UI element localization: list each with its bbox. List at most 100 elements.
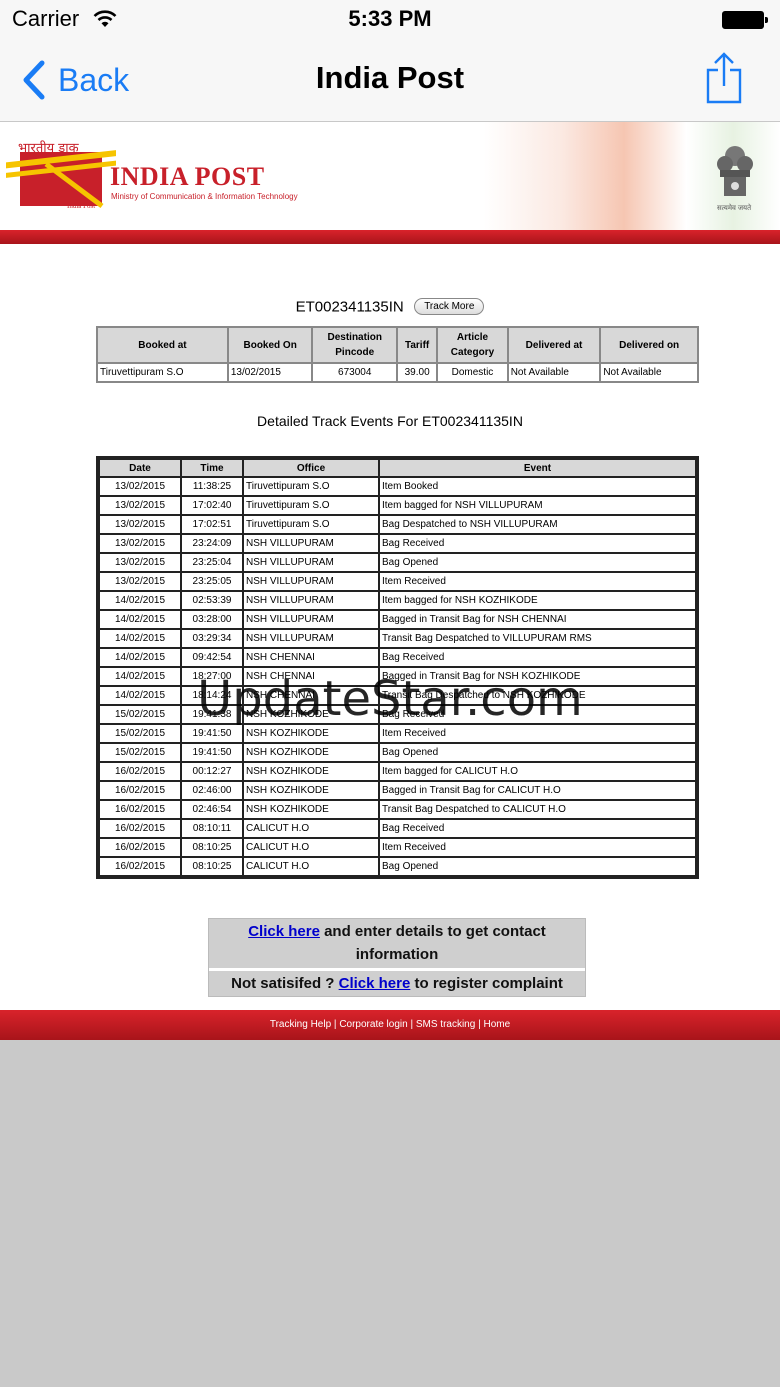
event-office: NSH KOZHIKODE — [244, 782, 378, 799]
footer-link-sms-tracking[interactable]: SMS tracking — [416, 1019, 475, 1030]
event-row: 13/02/2015 23:24:09 NSH VILLUPURAM Bag Rece… — [100, 535, 695, 552]
event-description: Bag Opened — [380, 858, 695, 875]
event-row: 13/02/2015 23:25:04 NSH VILLUPURAM Bag Open… — [100, 554, 695, 571]
track-more-button[interactable]: Track More — [414, 298, 485, 316]
event-office: NSH KOZHIKODE — [244, 706, 378, 723]
event-time: 03:28:00 — [182, 611, 242, 628]
event-row: 13/02/2015 17:02:40 Tiruvettipuram S.O Item… — [100, 497, 695, 514]
event-row: 14/02/2015 02:53:39 NSH VILLUPURAM Item bag… — [100, 592, 695, 609]
logo-caption: India Post — [67, 202, 96, 210]
event-row: 15/02/2015 19:41:50 NSH KOZHIKODE Bag Opene… — [100, 744, 695, 761]
event-description: Bag Received — [380, 649, 695, 666]
contact-box: Click here and enter details to get cont… — [208, 918, 586, 997]
event-time: 08:10:25 — [182, 858, 242, 875]
event-description: Item Received — [380, 573, 695, 590]
summary-header: Booked On — [228, 328, 312, 362]
event-office: NSH CHENNAI — [244, 649, 378, 666]
events-header: Time — [182, 460, 242, 476]
share-button[interactable] — [704, 52, 744, 109]
contact-info-text: and enter details to get contact informa… — [319, 923, 546, 963]
event-time: 18:27:00 — [182, 668, 242, 685]
nav-title: India Post — [315, 60, 465, 95]
complaint-prefix: Not satisifed ? — [231, 975, 339, 992]
logo-subtitle: Ministry of Communication & Information … — [111, 192, 298, 201]
event-date: 13/02/2015 — [100, 535, 180, 552]
summary-cell: 673004 — [313, 364, 396, 381]
event-time: 19:41:50 — [182, 725, 242, 742]
summary-row: Tiruvettipuram S.O 13/02/2015 673004 39.… — [98, 364, 697, 381]
summary-header: Booked at — [98, 328, 227, 362]
event-row: 16/02/2015 08:10:11 CALICUT H.O Bag Receive… — [100, 820, 695, 837]
share-icon — [706, 52, 742, 104]
complaint-text: to register complaint — [410, 975, 563, 992]
event-time: 19:41:38 — [182, 706, 242, 723]
event-row: 13/02/2015 23:25:05 NSH VILLUPURAM Item Rec… — [100, 573, 695, 590]
event-description: Bag Opened — [380, 554, 695, 571]
event-description: Item bagged for CALICUT H.O — [380, 763, 695, 780]
event-date: 13/02/2015 — [100, 478, 180, 495]
footer-link-home[interactable]: Home — [483, 1019, 510, 1030]
summary-table: Booked at Booked On Destination Pincode … — [96, 326, 699, 383]
event-time: 08:10:11 — [182, 820, 242, 837]
summary-cell: Not Available — [508, 364, 600, 381]
event-description: Transit Bag Despatched to CALICUT H.O — [380, 801, 695, 818]
event-description: Item Booked — [380, 478, 695, 495]
event-date: 13/02/2015 — [100, 516, 180, 533]
event-description: Bag Opened — [380, 744, 695, 761]
footer-link-tracking-help[interactable]: Tracking Help — [270, 1019, 331, 1030]
header-banner: भारतीय डाक INDIA POST Ministry of Commun… — [0, 122, 780, 230]
complaint-link[interactable]: Click here — [339, 975, 411, 992]
battery-icon — [722, 11, 768, 29]
summary-cell: 39.00 — [398, 364, 437, 381]
logo-title: INDIA POST — [110, 162, 265, 191]
summary-header: Delivered at — [508, 328, 600, 362]
event-row: 14/02/2015 18:27:00 NSH CHENNAI Bagged in T… — [100, 668, 695, 685]
event-description: Bagged in Transit Bag for NSH CHENNAI — [380, 611, 695, 628]
event-date: 15/02/2015 — [100, 706, 180, 723]
tracking-id: ET002341135IN — [295, 298, 404, 316]
summary-header: Delivered on — [601, 328, 697, 362]
event-row: 16/02/2015 02:46:00 NSH KOZHIKODE Bagged in… — [100, 782, 695, 799]
event-office: Tiruvettipuram S.O — [244, 497, 378, 514]
summary-cell: Not Available — [601, 364, 697, 381]
summary-cell: 13/02/2015 — [228, 364, 312, 381]
footer-separator: | — [407, 1019, 416, 1030]
event-office: NSH CHENNAI — [244, 687, 378, 704]
event-row: 15/02/2015 19:41:50 NSH KOZHIKODE Item Rece… — [100, 725, 695, 742]
contact-info-link[interactable]: Click here — [248, 923, 320, 940]
event-date: 16/02/2015 — [100, 801, 180, 818]
event-row: 16/02/2015 08:10:25 CALICUT H.O Bag Opened — [100, 858, 695, 875]
event-description: Item bagged for NSH VILLUPURAM — [380, 497, 695, 514]
event-row: 16/02/2015 02:46:54 NSH KOZHIKODE Transit B… — [100, 801, 695, 818]
event-time: 09:42:54 — [182, 649, 242, 666]
summary-header: Tariff — [398, 328, 437, 362]
event-time: 23:24:09 — [182, 535, 242, 552]
event-time: 11:38:25 — [182, 478, 242, 495]
event-office: NSH VILLUPURAM — [244, 630, 378, 647]
event-description: Bag Received — [380, 820, 695, 837]
footer-link-corporate-login[interactable]: Corporate login — [339, 1019, 407, 1030]
event-description: Bag Received — [380, 535, 695, 552]
header-red-bar — [0, 230, 780, 244]
event-time: 23:25:04 — [182, 554, 242, 571]
summary-header-row: Booked at Booked On Destination Pincode … — [98, 328, 697, 362]
event-row: 14/02/2015 03:28:00 NSH VILLUPURAM Bagged i… — [100, 611, 695, 628]
event-office: NSH VILLUPURAM — [244, 535, 378, 552]
event-date: 15/02/2015 — [100, 744, 180, 761]
event-office: CALICUT H.O — [244, 839, 378, 856]
event-date: 14/02/2015 — [100, 649, 180, 666]
event-office: NSH VILLUPURAM — [244, 573, 378, 590]
web-content: भारतीय डाक INDIA POST Ministry of Commun… — [0, 122, 780, 1040]
event-office: CALICUT H.O — [244, 858, 378, 875]
event-date: 13/02/2015 — [100, 573, 180, 590]
event-office: NSH KOZHIKODE — [244, 725, 378, 742]
event-time: 02:46:54 — [182, 801, 242, 818]
event-row: 14/02/2015 09:42:54 NSH CHENNAI Bag Receive… — [100, 649, 695, 666]
event-row: 13/02/2015 11:38:25 Tiruvettipuram S.O Item… — [100, 478, 695, 495]
event-office: NSH VILLUPURAM — [244, 592, 378, 609]
event-date: 13/02/2015 — [100, 497, 180, 514]
event-time: 03:29:34 — [182, 630, 242, 647]
event-office: Tiruvettipuram S.O — [244, 516, 378, 533]
emblem-caption: सत्यमेव जयते — [717, 205, 752, 212]
footer-bar: Tracking Help | Corporate login | SMS tr… — [0, 1010, 780, 1040]
